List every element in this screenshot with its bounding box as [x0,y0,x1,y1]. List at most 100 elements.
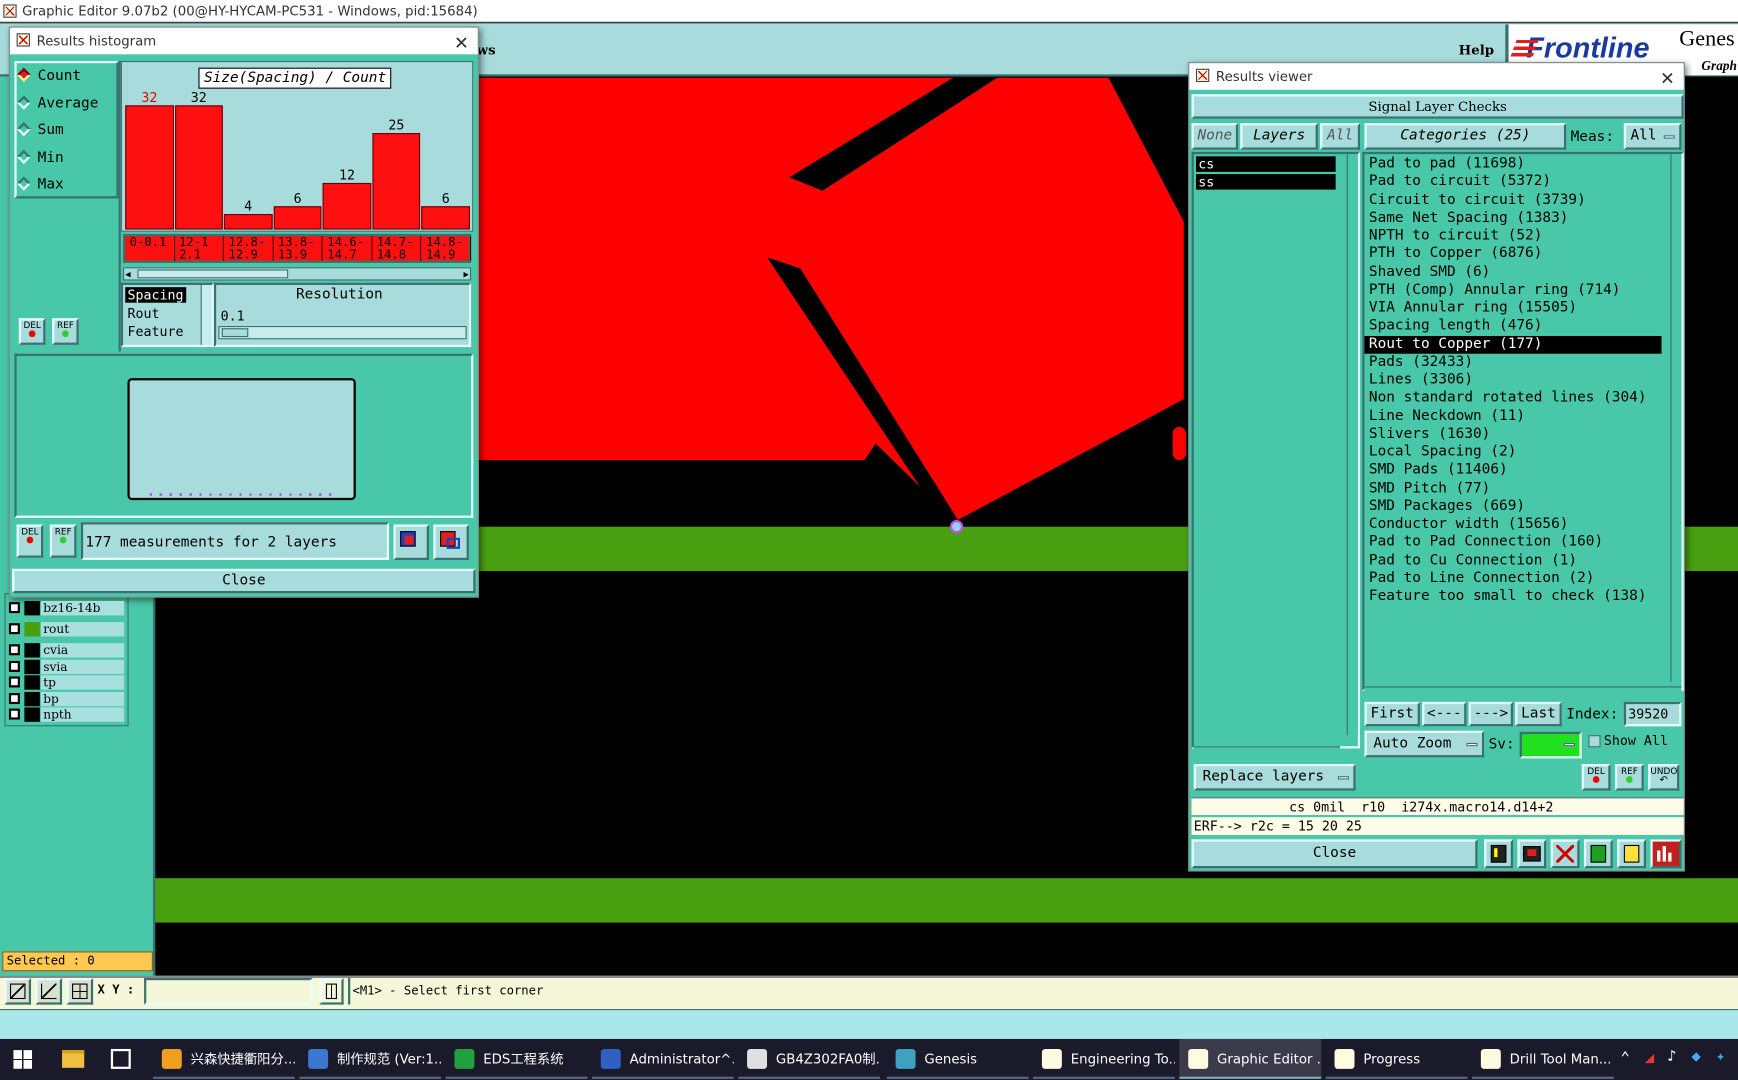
cursor-toggle-icon[interactable] [319,977,344,1005]
notes-icon[interactable] [1617,839,1647,869]
resolution-slider[interactable] [218,325,467,340]
ref-button[interactable]: REF [52,318,79,345]
category-item[interactable]: Pads (32433) [1364,353,1661,371]
category-item[interactable]: Pad to Pad Connection (160) [1364,534,1661,552]
severity-dropdown[interactable] [1519,731,1582,759]
tray-network-icon[interactable]: ◢ [1645,1049,1654,1067]
layer-checkbox[interactable] [8,708,20,720]
category-item[interactable]: SMD Pitch (77) [1364,480,1661,498]
categories-button[interactable]: Categories (25) [1364,123,1567,150]
category-item[interactable]: Conductor width (15656) [1364,516,1661,534]
category-item[interactable]: Pad to Cu Connection (1) [1364,552,1661,570]
category-item[interactable]: PTH to Copper (6876) [1364,245,1661,263]
size-list-item[interactable]: Feature [125,324,185,340]
taskbar-item[interactable]: GB4Z302FA0制... [738,1039,881,1079]
none-button[interactable]: None [1191,123,1239,150]
layer-checkbox[interactable] [8,602,20,614]
replace-layers-dropdown[interactable]: Replace layers [1193,763,1356,791]
viewer-ref-button[interactable]: REF [1614,763,1644,791]
tray-bluetooth-icon[interactable]: ✦ [1716,1048,1725,1066]
category-item[interactable]: Pad to pad (11698) [1364,155,1661,173]
radio-indicator-icon[interactable] [16,94,31,110]
histogram-bar[interactable]: 32 [174,90,223,230]
category-hscroll[interactable] [1364,686,1682,698]
viewer-close-button[interactable]: Close [1191,839,1478,869]
zoom-home-icon[interactable] [4,977,32,1005]
layer-checkbox[interactable] [8,676,20,688]
slider-thumb[interactable] [221,328,249,338]
del-button[interactable]: DEL [18,318,46,345]
taskbar-item[interactable]: Genesis [886,1039,1029,1079]
category-item[interactable]: Non standard rotated lines (304) [1364,389,1661,407]
screen-icon[interactable] [1517,839,1547,869]
category-item[interactable]: Pad to Line Connection (2) [1364,570,1661,588]
histogram-bar[interactable]: 6 [273,191,322,230]
radio-indicator-icon[interactable] [16,149,31,164]
layer-checkbox[interactable] [8,623,20,635]
layers-button[interactable]: Layers [1240,123,1318,150]
layer-row[interactable]: bz16-14b [7,600,125,616]
layer-checkbox[interactable] [8,693,20,705]
histogram-bar[interactable]: 25 [372,117,421,230]
viewer-layer-item[interactable]: ss [1195,174,1336,190]
category-item[interactable]: Slivers (1630) [1364,426,1661,444]
taskbar-item[interactable]: 兴森快捷衢阳分... [152,1039,295,1079]
radio-indicator-icon[interactable] [16,176,31,191]
category-item[interactable]: SMD Pads (11406) [1364,462,1661,480]
size-list-scrollbar[interactable] [200,284,212,345]
histogram-bar[interactable]: 32 [125,90,174,230]
size-list-item[interactable]: Spacing [125,287,186,303]
taskbar-item[interactable]: 制作规范 (Ver:1... [299,1039,442,1079]
layer-row[interactable]: npth [7,707,125,722]
category-item[interactable]: Feature too small to check (138) [1364,588,1661,606]
mode-sum[interactable]: Sum [16,122,64,139]
show-all-checkbox[interactable] [1588,735,1601,748]
category-item[interactable]: Circuit to circuit (3739) [1364,191,1661,209]
tray-shield-icon[interactable]: ◆ [1691,1048,1700,1066]
viewer-close-icon[interactable]: ✕ [1660,65,1675,92]
radio-indicator-icon[interactable] [16,122,31,137]
next-button[interactable]: ---> [1468,701,1513,727]
measure-icon[interactable] [35,977,63,1005]
mode-max[interactable]: Max [16,176,64,193]
mode-min[interactable]: Min [16,149,64,166]
histogram-icon[interactable] [1650,839,1682,869]
layer-vscroll[interactable] [1346,154,1358,736]
radio-indicator-icon[interactable] [16,67,31,82]
close-icon[interactable]: ✕ [454,30,469,57]
category-item[interactable]: Local Spacing (2) [1364,444,1661,462]
category-item[interactable]: Spacing length (476) [1364,317,1661,335]
layer-row[interactable]: bp [7,691,125,707]
windows-start-icon[interactable] [13,1050,33,1069]
taskbar-item[interactable]: Drill Tool Man... [1471,1039,1614,1079]
measurement-marker[interactable] [949,520,964,534]
mode-count[interactable]: Count [16,67,81,84]
tray-up-icon[interactable]: ⌃ [1621,1049,1630,1067]
zoom-out-icon[interactable] [433,524,469,560]
all-layers-button[interactable]: All [1320,123,1361,150]
mode-average[interactable]: Average [16,94,98,111]
layer-row[interactable]: rout [7,622,125,637]
close-button[interactable]: Close [12,568,476,594]
viewer-layer-item[interactable]: cs [1195,156,1336,172]
xy-input[interactable] [144,977,313,1005]
tray-volume-icon[interactable]: ♪ [1667,1048,1676,1066]
meas-dropdown[interactable]: All [1623,123,1682,150]
category-item[interactable]: NPTH to circuit (52) [1364,227,1661,245]
menu-help[interactable]: Help [1459,42,1494,58]
viewer-del-button[interactable]: DEL [1581,763,1611,791]
scroll-thumb[interactable] [137,269,289,279]
prev-button[interactable]: <--- [1422,701,1467,727]
layer-row[interactable]: cvia [7,643,125,658]
category-item[interactable]: PTH (Comp) Annular ring (714) [1364,281,1661,299]
layer-hscroll[interactable] [1193,746,1341,758]
preview-del-button[interactable]: DEL [16,524,44,558]
category-item[interactable]: Lines (3306) [1364,371,1661,389]
category-item[interactable]: Shaved SMD (6) [1364,263,1661,281]
category-item[interactable]: Rout to Copper (177) [1364,335,1662,354]
histogram-bar[interactable]: 12 [322,167,372,230]
preview-ref-button[interactable]: REF [49,524,77,558]
delete-marks-icon[interactable] [1550,839,1580,869]
taskbar-item[interactable]: Progress [1325,1039,1468,1079]
histogram-bar[interactable]: 6 [421,191,470,230]
